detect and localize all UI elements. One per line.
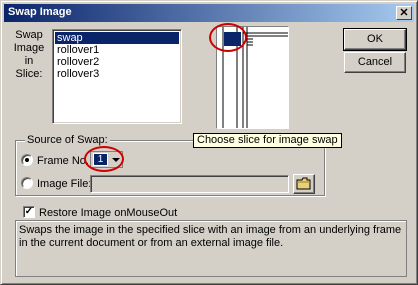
cancel-button[interactable]: Cancel <box>344 52 406 73</box>
list-item-rollover2[interactable]: rollover2 <box>55 56 101 68</box>
slice-list-label: Swap Image in Slice: <box>9 29 49 81</box>
image-file-label[interactable]: Image File: <box>37 178 91 191</box>
close-button[interactable]: ✕ <box>396 6 412 20</box>
folder-icon <box>296 177 311 190</box>
list-item-rollover3[interactable]: rollover3 <box>55 68 101 80</box>
restore-checkbox[interactable]: ✓ <box>23 206 35 218</box>
restore-label[interactable]: Restore Image onMouseOut <box>39 207 177 220</box>
radio-selected-dot <box>25 158 29 162</box>
image-file-field[interactable] <box>90 175 289 193</box>
list-item-rollover1[interactable]: rollover1 <box>55 44 101 56</box>
slice-highlight-circle <box>209 23 247 52</box>
slice-list-label-line3: Slice: <box>15 68 43 80</box>
image-file-radio[interactable] <box>21 177 33 189</box>
tooltip: Choose slice for image swap <box>193 133 342 148</box>
list-item-swap[interactable]: swap <box>55 32 179 44</box>
slice-listbox[interactable]: swap rollover1 rollover2 rollover3 <box>52 29 182 124</box>
close-icon: ✕ <box>399 7 409 19</box>
frame-no-radio[interactable] <box>21 154 33 166</box>
browse-folder-button[interactable] <box>293 174 315 194</box>
frame-no-highlight-circle <box>84 146 124 172</box>
description-box: Swaps the image in the specified slice w… <box>15 220 407 277</box>
slice-list-label-line2: Image in <box>13 42 45 67</box>
slice-list-label-line1: Swap <box>15 29 43 41</box>
dialog-title: Swap Image <box>8 6 72 18</box>
title-bar[interactable]: Swap Image ✕ <box>4 4 414 22</box>
source-group-title: Source of Swap: <box>25 134 110 146</box>
description-text: Swaps the image in the specified slice w… <box>19 224 402 249</box>
ok-button[interactable]: OK <box>343 28 407 51</box>
swap-image-dialog: Swap Image ✕ Swap Image in Slice: swap r… <box>0 0 418 285</box>
check-mark-icon: ✓ <box>24 206 34 217</box>
